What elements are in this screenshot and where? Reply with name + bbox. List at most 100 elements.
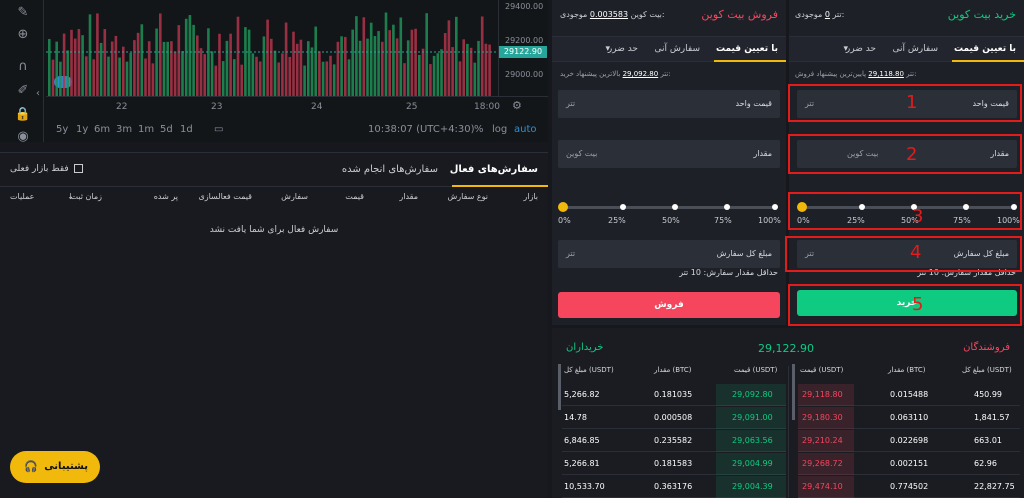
slider-dot[interactable] [620, 204, 626, 210]
buyer-row[interactable]: 5,266.81 0.181583 29,004.99 [562, 453, 786, 475]
chevron-down-icon[interactable]: ▾ [605, 44, 610, 54]
pct-label: 75% [714, 216, 732, 225]
buyers-scrollbar[interactable] [558, 364, 561, 410]
seller-row[interactable]: 29,268.72 0.002151 62.96 [798, 453, 1020, 475]
sell-percent-slider[interactable]: 0% 25% 50% 75% 100% [558, 200, 781, 228]
candle-bar [173, 51, 177, 96]
col-filled: پر شده [153, 192, 178, 201]
buy-tab-stop[interactable]: حد ضرر [846, 44, 876, 54]
chart-toolbar: ✎ ⊕ ∩ ✐ 🔒 ◉ [0, 0, 44, 144]
scale-log[interactable]: log [492, 124, 507, 135]
candle-bar [314, 26, 317, 96]
buyer-total: 5,266.81 [564, 459, 600, 468]
range-5y[interactable]: 5y [56, 124, 68, 135]
candle-bar [355, 16, 358, 96]
candlestick-plot[interactable] [46, 0, 498, 96]
seller-total: 1,841.57 [974, 413, 1010, 422]
candle-bar [133, 40, 136, 96]
range-5d[interactable]: 5d [160, 124, 173, 135]
slider-dot[interactable] [772, 204, 778, 210]
buyer-row[interactable]: 5,266.82 0.181035 29,092.80 [562, 384, 786, 406]
settings-icon[interactable]: ⚙ [512, 99, 522, 112]
candle-bar [92, 59, 95, 96]
range-1d[interactable]: 1d [180, 124, 193, 135]
candle-bar [155, 28, 158, 96]
candle-bar [332, 64, 336, 96]
buyer-price: 29,004.39 [732, 482, 773, 491]
buyer-price: 29,004.99 [732, 459, 773, 468]
candle-bar [62, 33, 66, 96]
eye-icon[interactable]: ◉ [14, 128, 32, 146]
date-range-icon[interactable]: ▭ [214, 124, 223, 135]
magnet-icon[interactable]: ∩ [14, 58, 32, 76]
tab-active-orders[interactable]: سفارش‌های فعال [450, 164, 538, 175]
candle-bar [55, 41, 58, 96]
candle-bar [181, 51, 184, 96]
sell-total-unit: تتر [566, 249, 576, 258]
slider-dot[interactable] [672, 204, 678, 210]
buyer-row[interactable]: 14.78 0.000508 29,091.00 [562, 407, 786, 429]
zoom-icon[interactable]: ⊕ [14, 26, 32, 44]
seller-price: 29,180.30 [802, 413, 843, 422]
sell-amount-field[interactable]: مقدار بیت کوین [558, 140, 780, 168]
slider-knob[interactable] [558, 202, 568, 212]
slider-dot[interactable] [724, 204, 730, 210]
candle-bar [325, 61, 329, 96]
sell-tab-stop[interactable]: حد ضرر [608, 44, 638, 54]
range-1y[interactable]: 1y [76, 124, 88, 135]
candle-bar [480, 16, 484, 96]
sell-balance-value[interactable]: 0.003583 [590, 10, 628, 19]
seller-total: 22,827.75 [974, 482, 1015, 491]
buy-tab-market[interactable]: سفارش آنی [892, 44, 938, 54]
sell-button[interactable]: فروش [558, 292, 780, 318]
candle-bar [403, 63, 406, 96]
candle-bar [210, 51, 214, 96]
col-time[interactable]: زمان ثبت [71, 192, 103, 201]
sell-tab-market[interactable]: سفارش آنی [654, 44, 700, 54]
candle-bar [436, 53, 440, 96]
seller-row[interactable]: 29,474.10 0.774502 22,827.75 [798, 476, 1020, 498]
buyer-row[interactable]: 6,846.85 0.235582 29,063.56 [562, 430, 786, 452]
sell-best-value[interactable]: 29,092.80 [623, 70, 659, 78]
pencil-icon[interactable]: ✎ [14, 4, 32, 22]
buy-best-value[interactable]: 29,118.80 [868, 70, 904, 78]
filter-checkbox[interactable] [74, 164, 83, 173]
range-6m[interactable]: 6m [94, 124, 110, 135]
sellers-scrollbar[interactable] [792, 364, 795, 420]
buyer-price: 29,063.56 [732, 436, 773, 445]
seller-amount: 0.002151 [890, 459, 929, 468]
candle-bar [99, 42, 103, 96]
buy-balance-value[interactable]: 0 [825, 10, 830, 19]
buyer-row[interactable]: 10,533.70 0.363176 29,004.39 [562, 476, 786, 498]
scale-percent[interactable]: % [474, 124, 484, 135]
range-3m[interactable]: 3m [116, 124, 132, 135]
candle-bar [410, 29, 414, 96]
candle-bar [307, 41, 310, 96]
chevron-down-icon[interactable]: ▾ [843, 44, 848, 54]
scale-auto[interactable]: auto [514, 124, 537, 135]
tab-done-orders[interactable]: سفارش‌های انجام شده [342, 164, 438, 175]
candle-bar [358, 40, 362, 96]
sell-tab-limit[interactable]: با تعیین قیمت [716, 44, 778, 54]
candle-bar [366, 38, 369, 96]
candle-bar [262, 36, 266, 96]
support-button[interactable]: 🎧 پشتیبانی [10, 451, 100, 483]
range-1m[interactable]: 1m [138, 124, 154, 135]
seller-row[interactable]: 29,118.80 0.015488 450.99 [798, 384, 1020, 406]
collapse-arrow-icon[interactable]: ‹ [36, 88, 44, 100]
buy-tab-limit[interactable]: با تعیین قیمت [954, 44, 1016, 54]
seller-row[interactable]: 29,180.30 0.063110 1,841.57 [798, 407, 1020, 429]
sort-down-icon[interactable]: ↓ [67, 192, 74, 201]
candle-bar [247, 29, 251, 96]
brush-icon[interactable]: ✐ [14, 82, 32, 100]
candle-bar [70, 29, 73, 96]
sell-price-field[interactable]: قیمت واحد تتر [558, 90, 780, 118]
sell-balance: بیت کوین 0.003583 موجودی: [560, 10, 665, 19]
sell-total-field[interactable]: مبلغ کل سفارش تتر [558, 240, 780, 268]
seller-row[interactable]: 29,210.24 0.022698 663.01 [798, 430, 1020, 452]
candle-bar [236, 16, 240, 96]
lock-icon[interactable]: 🔒 [14, 106, 32, 124]
sell-min-order: حداقل مقدار سفارش: 10 تتر [679, 268, 778, 277]
date-tick: 23 [211, 102, 223, 112]
clock-readout: 10:38:07 (UTC+4:30) [368, 124, 475, 135]
